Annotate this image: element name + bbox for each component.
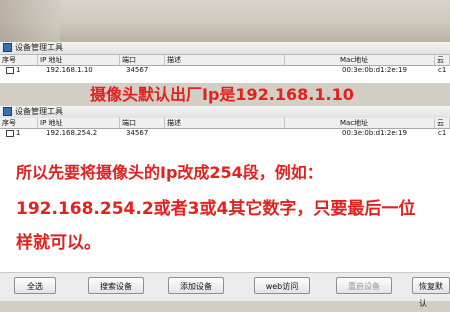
window-titlebar: 设备管理工具: [0, 42, 450, 55]
row-ip: 192.168.1.10: [46, 66, 93, 74]
row-index: 1: [6, 129, 20, 138]
row-mac: 00:3e:0b:d1:2e:19: [342, 129, 407, 137]
row-index: 1: [6, 66, 20, 75]
col-ip[interactable]: IP 地址: [38, 118, 120, 128]
col-cloud[interactable]: 云: [435, 55, 450, 65]
app-icon: [3, 107, 12, 116]
col-mac[interactable]: Mac地址: [285, 118, 435, 128]
window-title: 设备管理工具: [15, 43, 63, 52]
col-index[interactable]: 序号: [0, 118, 38, 128]
row-port: 34567: [126, 129, 149, 137]
col-cloud[interactable]: 云: [435, 118, 450, 128]
annotation-conclusion: 样就可以。: [16, 233, 101, 253]
photo-background: [0, 0, 450, 42]
row-ip: 192.168.254.2: [46, 129, 98, 137]
search-device-button[interactable]: 搜索设备: [88, 277, 144, 294]
select-all-button[interactable]: 全选: [14, 277, 56, 294]
table-row[interactable]: 1 192.168.254.2 34567 00:3e:0b:d1:2e:19 …: [0, 129, 450, 138]
col-desc[interactable]: 描述: [165, 118, 285, 128]
row-checkbox[interactable]: [6, 129, 14, 137]
row-port: 34567: [126, 66, 149, 74]
col-desc[interactable]: 描述: [165, 55, 285, 65]
restore-default-button[interactable]: 恢复默认: [412, 277, 450, 308]
add-device-button[interactable]: 添加设备: [168, 277, 224, 294]
table-row[interactable]: 1 192.168.1.10 34567 00:3e:0b:d1:2e:19 c…: [0, 66, 450, 75]
annotation-change-ip: 所以先要将摄像头的Ip改成254段，例如：: [16, 163, 323, 182]
row-cloud: c1: [438, 66, 447, 74]
grid-header-2: 序号 IP 地址 端口 描述 Mac地址 云: [0, 118, 450, 129]
window-title-2: 设备管理工具: [15, 107, 63, 116]
row-mac: 00:3e:0b:d1:2e:19: [342, 66, 407, 74]
grid-header: 序号 IP 地址 端口 描述 Mac地址 云: [0, 55, 450, 66]
device-grid-1: 序号 IP 地址 端口 描述 Mac地址 云 1 192.168.1.10 34…: [0, 55, 450, 83]
col-port[interactable]: 端口: [120, 55, 165, 65]
col-mac[interactable]: Mac地址: [285, 55, 435, 65]
reboot-device-button[interactable]: 重启设备: [336, 277, 392, 294]
annotation-example-ip: 192.168.254.2或者3或4其它数字，只要最后一位: [16, 199, 416, 219]
web-access-button[interactable]: web访问: [254, 277, 310, 294]
col-ip[interactable]: IP 地址: [38, 55, 120, 65]
col-index[interactable]: 序号: [0, 55, 38, 65]
annotation-default-ip: 摄像头默认出厂Ip是192.168.1.10: [90, 85, 354, 104]
col-port[interactable]: 端口: [120, 118, 165, 128]
row-cloud: c1: [438, 129, 447, 137]
row-checkbox[interactable]: [6, 66, 14, 74]
photo-shadow: [0, 0, 60, 42]
app-icon: [3, 43, 12, 52]
